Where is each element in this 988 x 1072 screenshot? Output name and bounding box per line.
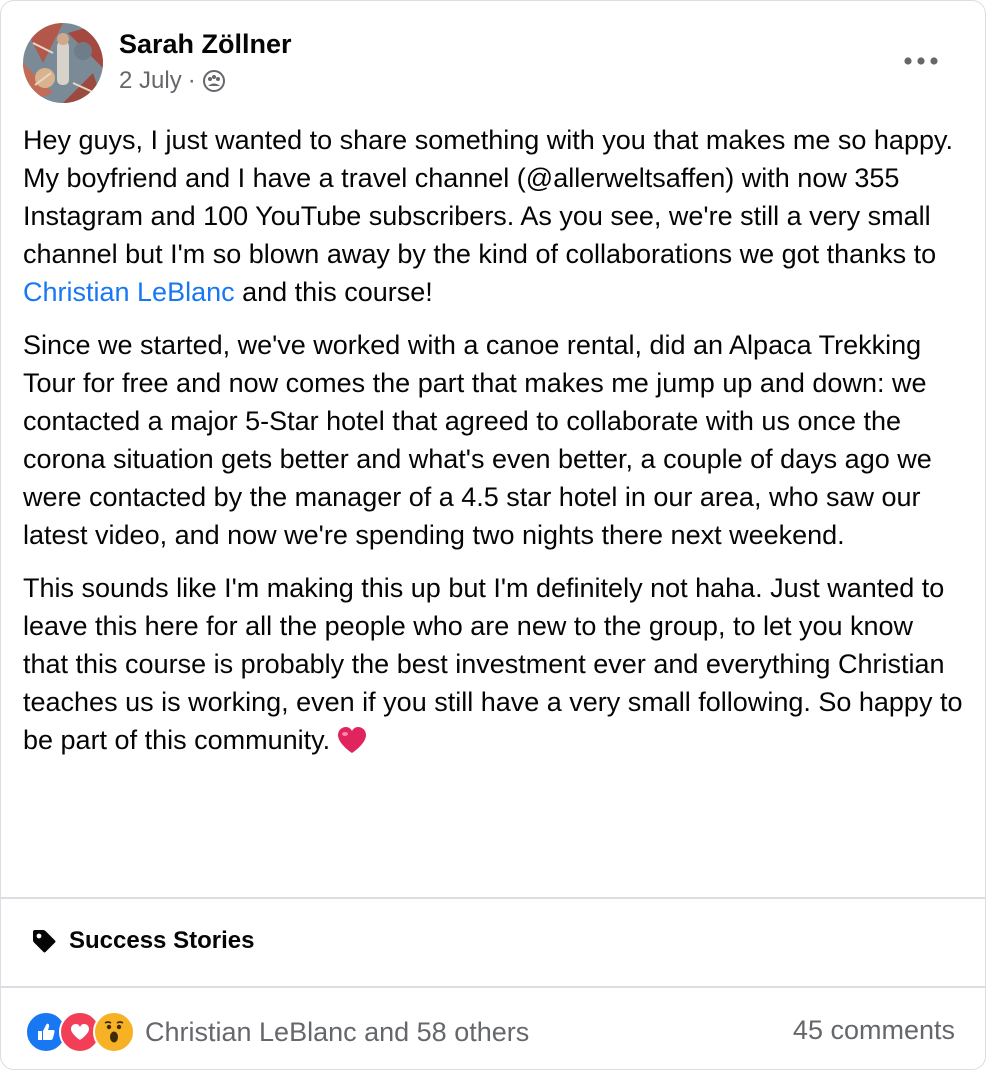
separator-dot: · — [187, 67, 196, 94]
ellipsis-icon — [904, 57, 938, 65]
topic-tag[interactable]: Success Stories — [31, 927, 254, 955]
author-name[interactable]: Sarah Zöllner — [119, 27, 292, 61]
paragraph-2: Since we started, we've worked with a ca… — [23, 330, 932, 550]
paragraph-1-end: and this course! — [234, 277, 433, 307]
topic-label: Success Stories — [69, 927, 255, 954]
wow-icon — [93, 1011, 135, 1053]
heart-emoji — [336, 725, 368, 765]
post-meta: Sarah Zöllner 2 July · — [119, 23, 292, 95]
reactions-text: Christian LeBlanc and 58 others — [145, 1016, 530, 1047]
divider-top — [1, 897, 985, 899]
reactions-summary[interactable]: Christian LeBlanc and 58 others — [25, 1011, 529, 1053]
divider-bottom — [1, 986, 985, 988]
avatar[interactable] — [23, 23, 103, 103]
paragraph-1-text: Hey guys, I just wanted to share somethi… — [23, 125, 953, 269]
post-card: Sarah Zöllner 2 July · Hey guys, I just … — [0, 0, 986, 1070]
paragraph-3: This sounds like I'm making this up but … — [23, 569, 963, 765]
post-subline: 2 July · — [119, 67, 292, 95]
post-date[interactable]: 2 July — [119, 67, 182, 95]
more-options-button[interactable] — [901, 49, 941, 73]
reaction-icons — [25, 1011, 135, 1053]
paragraph-3-text: This sounds like I'm making this up but … — [23, 573, 963, 755]
paragraph-1: Hey guys, I just wanted to share somethi… — [23, 121, 963, 311]
comments-count[interactable]: 45 comments — [793, 1015, 955, 1046]
group-icon — [202, 69, 226, 93]
post-header: Sarah Zöllner 2 July · — [23, 23, 292, 103]
tag-icon — [33, 930, 56, 953]
mention-link[interactable]: Christian LeBlanc — [23, 277, 235, 307]
post-body: Hey guys, I just wanted to share somethi… — [23, 121, 963, 780]
